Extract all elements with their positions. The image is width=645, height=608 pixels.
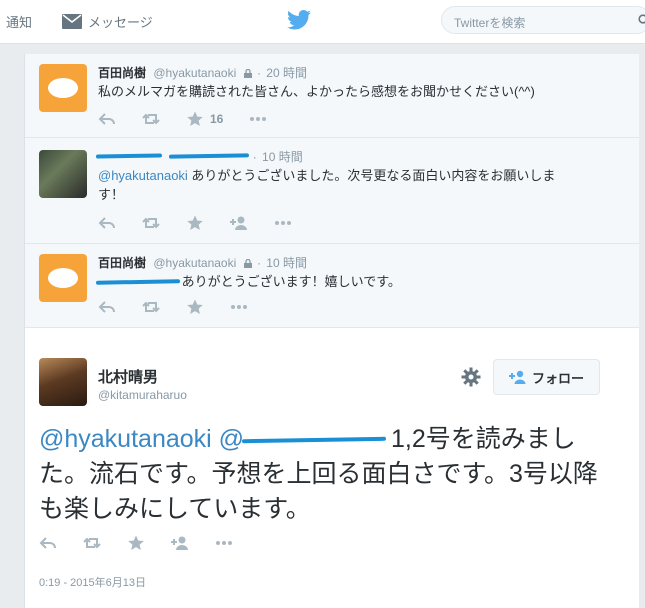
- tweet-header: 百田尚樹 @hyakutanaoki · 10 時間: [98, 256, 307, 270]
- follow-icon-button[interactable]: [230, 215, 248, 231]
- add-user-icon: [171, 536, 188, 550]
- retweet-icon: [142, 217, 160, 229]
- author-handle[interactable]: @kitamuraharuo: [98, 388, 187, 402]
- reply-icon: [98, 217, 115, 229]
- avatar[interactable]: [39, 150, 87, 198]
- avatar[interactable]: [39, 64, 87, 112]
- reply-tweet[interactable]: 百田尚樹 @hyakutanaoki · 20 時間 私のメルマガを購読された皆…: [25, 54, 639, 138]
- tweet-header: · 10 時間: [98, 148, 303, 165]
- tweet-text-line: ありがとうございました。次号更なる面白い内容をお願いしま: [187, 168, 556, 183]
- reply-button[interactable]: [98, 111, 116, 127]
- lock-icon: [243, 69, 252, 78]
- nav-messages-label: メッセージ: [88, 14, 153, 30]
- search-input[interactable]: Twitterを検索: [454, 14, 525, 31]
- tweet-time[interactable]: 10 時間: [266, 256, 307, 270]
- author-name[interactable]: 百田尚樹: [98, 256, 146, 270]
- author-handle[interactable]: @hyakutanaoki: [153, 66, 236, 80]
- redacted-handle: [171, 149, 247, 161]
- tweet-text-line: ありがとうございます！嬉しいです。: [178, 274, 401, 289]
- retweet-icon: [83, 537, 101, 549]
- main-tweet: 北村晴男 @kitamuraharuo フォロー @hyakutanaoki @…: [25, 328, 639, 608]
- reply-tweet[interactable]: · 10 時間 @hyakutanaoki ありがとうございました。次号更なる面…: [25, 138, 639, 244]
- star-icon: [187, 299, 203, 314]
- redacted-name: [98, 149, 160, 161]
- retweet-icon: [142, 301, 160, 313]
- search-box[interactable]: Twitterを検索: [441, 6, 645, 34]
- star-icon: [187, 215, 203, 230]
- redacted-mention[interactable]: @: [219, 425, 384, 453]
- reply-icon: [98, 301, 115, 313]
- author-handle[interactable]: @hyakutanaoki: [153, 256, 236, 270]
- favorite-button[interactable]: [186, 299, 204, 315]
- reply-icon: [39, 537, 56, 549]
- more-button[interactable]: [215, 535, 233, 551]
- tweet-time[interactable]: 20 時間: [266, 66, 307, 80]
- author-name[interactable]: 百田尚樹: [98, 66, 146, 80]
- star-icon: [128, 535, 144, 550]
- more-icon: [231, 305, 247, 309]
- tweet-text: @hyakutanaoki ありがとうございました。次号更なる面白い内容をお願い…: [98, 166, 618, 204]
- reply-button[interactable]: [98, 215, 116, 231]
- conversation-panel: 百田尚樹 @hyakutanaoki · 20 時間 私のメルマガを購読された皆…: [24, 54, 639, 608]
- follow-button[interactable]: フォロー: [493, 359, 600, 395]
- favorite-button[interactable]: [127, 535, 145, 551]
- author-name[interactable]: 北村晴男: [98, 366, 158, 387]
- reply-icon: [98, 113, 115, 125]
- tweet-time[interactable]: 10 時間: [262, 150, 303, 164]
- retweet-button[interactable]: [142, 111, 160, 127]
- lock-icon: [243, 259, 252, 268]
- retweet-button[interactable]: [142, 299, 160, 315]
- tweet-actions: [39, 534, 259, 552]
- reply-tweet[interactable]: 百田尚樹 @hyakutanaoki · 10 時間 ありがとうございます！嬉し…: [25, 244, 639, 328]
- search-icon[interactable]: [638, 14, 645, 26]
- twitter-bird-icon[interactable]: [287, 9, 311, 31]
- tweet-actions: [98, 298, 274, 316]
- nav-notifications[interactable]: 通知: [0, 10, 32, 32]
- retweet-button[interactable]: [83, 535, 101, 551]
- tweet-text-line: 1,2号を読み: [384, 425, 526, 453]
- envelope-icon: [62, 13, 82, 29]
- favorite-button[interactable]: 16: [186, 111, 223, 127]
- reply-button[interactable]: [98, 299, 116, 315]
- tweet-text: @hyakutanaoki @ 1,2号を読みました。流石です。予想を上回る面白…: [39, 422, 599, 527]
- top-nav-bar: 通知 メッセージ Twitterを検索: [0, 0, 645, 44]
- mention-link[interactable]: @hyakutanaoki: [98, 168, 188, 183]
- retweet-icon: [142, 113, 160, 125]
- reply-button[interactable]: [39, 535, 57, 551]
- tweet-timestamp[interactable]: 0:19 - 2015年6月13日: [39, 574, 146, 590]
- tweet-text-line: す！: [98, 187, 125, 202]
- follow-icon-button[interactable]: [171, 535, 189, 551]
- favorite-count: 16: [210, 112, 224, 126]
- tweet-header: 百田尚樹 @hyakutanaoki · 20 時間: [98, 66, 307, 80]
- redacted-mention[interactable]: [98, 275, 178, 287]
- add-user-icon: [508, 370, 526, 384]
- gear-icon[interactable]: [461, 367, 481, 387]
- nav-messages[interactable]: メッセージ: [62, 10, 153, 32]
- avatar[interactable]: [39, 358, 87, 406]
- follow-button-label: フォロー: [531, 370, 584, 386]
- favorite-button[interactable]: [186, 215, 204, 231]
- more-button[interactable]: [230, 299, 248, 315]
- mention-link[interactable]: @hyakutanaoki: [39, 425, 212, 453]
- more-icon: [250, 117, 267, 121]
- more-button[interactable]: [249, 111, 267, 127]
- avatar[interactable]: [39, 254, 87, 302]
- tweet-text: ありがとうございます！嬉しいです。: [98, 272, 618, 291]
- tweet-text: 私のメルマガを購読された皆さん、よかったら感想をお聞かせください(^^): [98, 84, 535, 99]
- retweet-button[interactable]: [142, 215, 160, 231]
- more-icon: [216, 541, 232, 545]
- more-button[interactable]: [274, 215, 292, 231]
- add-user-icon: [230, 216, 247, 230]
- nav-notifications-label: 通知: [6, 14, 33, 30]
- star-icon: [187, 111, 203, 126]
- more-icon: [275, 221, 291, 225]
- tweet-actions: 16: [98, 110, 293, 128]
- tweet-actions: [98, 214, 318, 232]
